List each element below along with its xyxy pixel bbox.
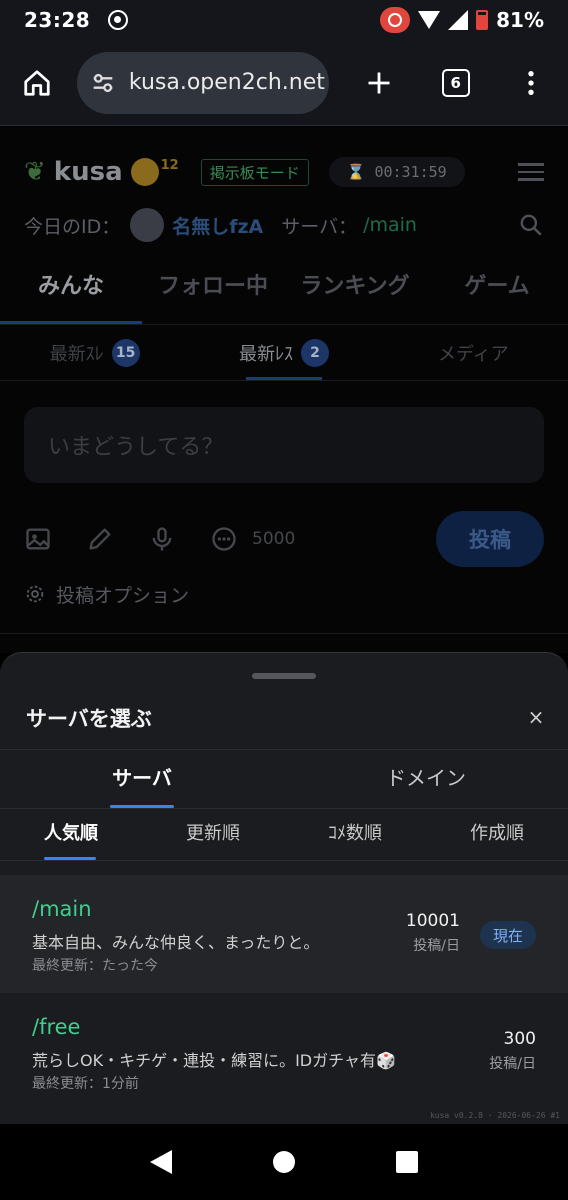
new-tab-button[interactable] bbox=[355, 59, 402, 107]
status-icons: 81% bbox=[380, 7, 544, 33]
gear-icon bbox=[26, 585, 44, 603]
server-item-main[interactable]: /main 基本自由、みんな仲良く、まったりと。 最終更新：たった今 10001… bbox=[0, 875, 568, 993]
sheet-title: サーバを選ぶ bbox=[26, 707, 152, 731]
id-row: 今日のID： 名無しfzA サーバ： /main bbox=[24, 207, 544, 243]
status-bar: 23:28 81% bbox=[0, 0, 568, 40]
url-text: kusa.open2ch.net bbox=[128, 70, 325, 95]
image-icon[interactable] bbox=[24, 525, 52, 553]
home-icon bbox=[24, 69, 51, 96]
server-stats: 300 投稿/日 bbox=[456, 1029, 536, 1073]
cast-icon bbox=[380, 7, 411, 33]
battery-icon bbox=[476, 10, 489, 30]
sprout-icon: ❦ bbox=[24, 157, 46, 187]
site-logo[interactable]: ❦ kusa 12 bbox=[24, 157, 179, 187]
sort-popular[interactable]: 人気順 bbox=[0, 809, 142, 860]
server-description: 基本自由、みんな仲良く、まったりと。 bbox=[32, 933, 320, 952]
main-tabs: みんな フォロー中 ランキング ゲーム bbox=[0, 259, 568, 325]
server-name: /main bbox=[32, 897, 92, 921]
server-name: /free bbox=[32, 1015, 81, 1039]
version-label: kusa v0.2.8 · 2026-06-26 #1 bbox=[429, 1111, 560, 1120]
post-options-label: 投稿オプション bbox=[56, 584, 190, 607]
tabs-button[interactable]: 6 bbox=[432, 59, 479, 107]
subtab-latest-threads[interactable]: 最新ｽﾚ 15 bbox=[0, 325, 189, 380]
sheet-tabs: サーバ ドメイン bbox=[0, 749, 568, 809]
server-stats: 10001 投稿/日 bbox=[380, 911, 460, 955]
subtab-label: 最新ﾚｽ bbox=[238, 343, 293, 365]
server-last-updated: 最終更新：たった今 bbox=[32, 958, 158, 974]
timer: ⌛ 00:31:59 bbox=[328, 157, 465, 187]
count-badge: 15 bbox=[111, 338, 140, 367]
logo-text: kusa bbox=[53, 157, 123, 187]
wifi-icon bbox=[418, 11, 441, 29]
sort-updated[interactable]: 更新順 bbox=[142, 809, 284, 860]
server-description: 荒らしOK・キチゲ・連投・練習に。IDガチャ有🎲 bbox=[32, 1051, 396, 1070]
compose-input[interactable]: いまどうしてる？ bbox=[24, 407, 544, 483]
subtab-media[interactable]: メディア bbox=[379, 325, 568, 380]
tab-count: 6 bbox=[441, 68, 470, 97]
face-emoji-icon bbox=[130, 158, 159, 186]
post-options-link[interactable]: 投稿オプション bbox=[24, 579, 189, 609]
server-value[interactable]: /main bbox=[363, 214, 417, 236]
id-label: 今日のID： bbox=[24, 215, 121, 238]
face-badge-count: 12 bbox=[160, 157, 179, 173]
address-bar[interactable]: kusa.open2ch.net bbox=[76, 51, 330, 114]
subtab-latest-replies[interactable]: 最新ﾚｽ 2 bbox=[189, 325, 378, 380]
tab-following[interactable]: フォロー中 bbox=[142, 259, 284, 324]
char-count: 5000 bbox=[252, 529, 296, 549]
subtab-label: 最新ｽﾚ bbox=[49, 343, 104, 365]
server-select-sheet: サーバを選ぶ × サーバ ドメイン 人気順 更新順 ｺﾒ数順 作成順 /main… bbox=[0, 652, 568, 1124]
browser-toolbar: kusa.open2ch.net 6 bbox=[0, 40, 568, 126]
battery-percent: 81% bbox=[496, 8, 544, 32]
subtab-label: メディア bbox=[437, 343, 509, 365]
recents-icon[interactable] bbox=[395, 1151, 418, 1173]
search-icon[interactable] bbox=[518, 212, 544, 238]
signal-icon bbox=[448, 10, 469, 30]
posts-per-day: 300 bbox=[503, 1029, 536, 1049]
tab-server[interactable]: サーバ bbox=[0, 750, 284, 808]
post-toolbar: 5000 投稿 bbox=[24, 511, 544, 567]
current-badge: 現在 bbox=[480, 921, 536, 949]
posts-per-day: 10001 bbox=[405, 911, 460, 931]
sub-tabs: 最新ｽﾚ 15 最新ﾚｽ 2 メディア bbox=[0, 325, 568, 381]
server-label: サーバ： bbox=[281, 215, 358, 238]
avatar[interactable] bbox=[130, 208, 165, 242]
site-settings-icon[interactable] bbox=[89, 69, 117, 97]
server-last-updated: 最終更新：1分前 bbox=[32, 1076, 139, 1092]
user-name[interactable]: 名無しfzA bbox=[172, 212, 263, 239]
more-options-icon[interactable] bbox=[210, 525, 238, 553]
back-icon[interactable] bbox=[150, 1150, 173, 1174]
plus-icon bbox=[368, 72, 390, 93]
tab-ranking[interactable]: ランキング bbox=[284, 259, 426, 324]
tab-game[interactable]: ゲーム bbox=[426, 259, 568, 324]
status-time: 23:28 bbox=[24, 8, 91, 32]
mode-badge[interactable]: 掲示板モード bbox=[200, 158, 309, 186]
more-vert-icon bbox=[527, 70, 534, 95]
posts-unit: 投稿/日 bbox=[413, 938, 460, 954]
server-item-free[interactable]: /free 荒らしOK・キチゲ・連投・練習に。IDガチャ有🎲 最終更新：1分前 … bbox=[0, 993, 568, 1111]
system-nav-bar bbox=[0, 1124, 568, 1200]
sort-comments[interactable]: ｺﾒ数順 bbox=[284, 809, 426, 860]
screen-record-icon bbox=[108, 10, 129, 30]
home-button[interactable] bbox=[14, 59, 61, 107]
sheet-drag-handle[interactable] bbox=[252, 673, 316, 679]
count-badge: 2 bbox=[300, 338, 329, 367]
close-button[interactable]: × bbox=[522, 703, 550, 731]
site-header: ❦ kusa 12 掲示板モード ⌛ 00:31:59 bbox=[24, 155, 544, 189]
sort-created[interactable]: 作成順 bbox=[426, 809, 568, 860]
home-nav-icon[interactable] bbox=[272, 1151, 295, 1173]
tab-everyone[interactable]: みんな bbox=[0, 259, 142, 324]
page-content: ❦ kusa 12 掲示板モード ⌛ 00:31:59 今日のID： 名無しfz… bbox=[0, 127, 568, 653]
microphone-icon[interactable] bbox=[148, 525, 176, 553]
pen-icon[interactable] bbox=[86, 525, 114, 553]
hamburger-menu-icon[interactable] bbox=[518, 158, 544, 186]
posts-unit: 投稿/日 bbox=[489, 1056, 536, 1072]
post-button[interactable]: 投稿 bbox=[436, 511, 544, 567]
tab-domain[interactable]: ドメイン bbox=[284, 750, 568, 808]
timer-value: 00:31:59 bbox=[374, 163, 447, 181]
divider bbox=[0, 633, 568, 634]
browser-menu-button[interactable] bbox=[507, 59, 554, 107]
sort-tabs: 人気順 更新順 ｺﾒ数順 作成順 bbox=[0, 809, 568, 861]
hourglass-icon: ⌛ bbox=[346, 163, 366, 181]
